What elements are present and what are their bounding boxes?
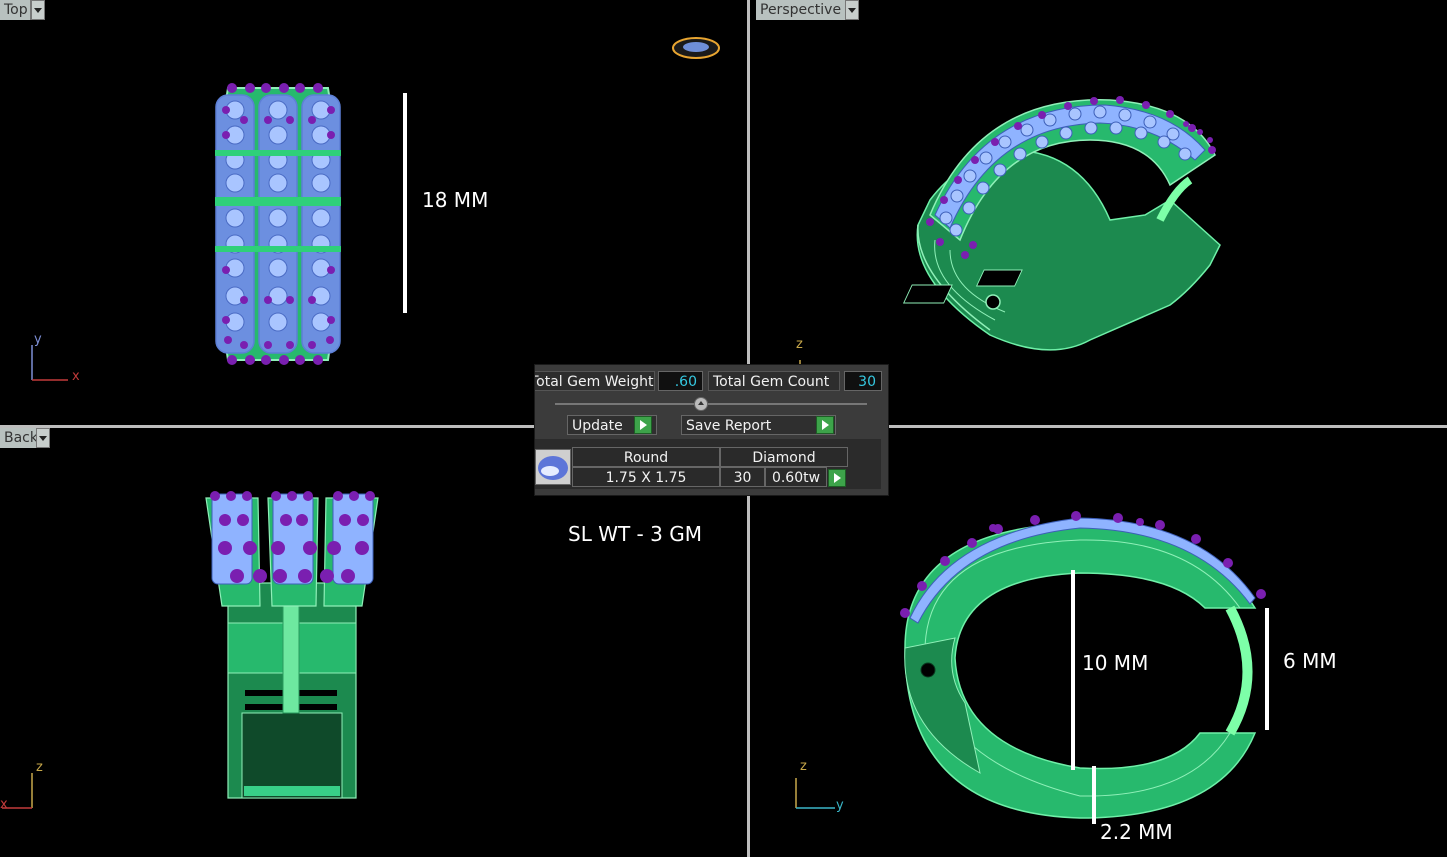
viewport-perspective[interactable]: Perspective z: [750, 0, 1447, 425]
total-gem-count-field[interactable]: 30: [844, 371, 882, 391]
axis-label-z: z: [36, 760, 43, 775]
save-report-button[interactable]: Save Report: [681, 415, 836, 435]
gem-report-panel: Total Gem Weight .60 Total Gem Count 30 …: [534, 364, 889, 496]
axis-label-y: y: [836, 798, 844, 813]
viewport-tab-perspective[interactable]: Perspective: [756, 0, 849, 20]
viewport-menu-dropdown-icon[interactable]: [845, 0, 859, 20]
gem-count-cell: 30: [720, 467, 765, 487]
viewport-tab-back[interactable]: Back: [0, 428, 38, 448]
total-gem-count-label: Total Gem Count: [708, 371, 840, 391]
axis-label-x: x: [0, 797, 8, 812]
update-play-icon[interactable]: [634, 416, 652, 434]
side-height-label: 6 MM: [1283, 649, 1337, 673]
perspective-view-ring-render: [799, 96, 1221, 380]
axis-label-z: z: [796, 337, 803, 352]
gem-material-cell: Diamond: [720, 447, 848, 467]
width-dimension-label: 18 MM: [422, 188, 489, 212]
round-gem-icon[interactable]: [535, 449, 571, 485]
gem-table: Round Diamond 1.75 X 1.75 30 0.60tw: [535, 439, 881, 489]
gem-size-cell: 1.75 X 1.75: [572, 467, 720, 487]
total-gem-weight-field[interactable]: .60: [658, 371, 703, 391]
axis-label-y: y: [34, 332, 42, 347]
gem-row-play-icon[interactable]: [828, 469, 846, 487]
viewport-top[interactable]: Top 18 MM y x: [0, 0, 747, 425]
viewport-menu-dropdown-icon[interactable]: [31, 0, 45, 20]
viewport-menu-dropdown-icon[interactable]: [36, 428, 50, 448]
panel-splitter[interactable]: [555, 403, 867, 405]
axis-label-x: x: [72, 369, 80, 384]
axis-label-z: z: [800, 759, 807, 774]
top-view-ring-render: [31, 37, 720, 381]
gem-weight-cell: 0.60tw: [765, 467, 827, 487]
total-gem-weight-label: Total Gem Weight: [535, 371, 655, 391]
silver-weight-label: SL WT - 3 GM: [568, 522, 702, 546]
viewport-tab-top[interactable]: Top: [0, 0, 31, 20]
gem-shape-cell: Round: [572, 447, 720, 467]
inner-diameter-label: 10 MM: [1082, 651, 1149, 675]
save-report-play-icon[interactable]: [816, 416, 834, 434]
collapse-arrow-icon[interactable]: [694, 397, 708, 411]
band-thickness-label: 2.2 MM: [1100, 820, 1173, 844]
